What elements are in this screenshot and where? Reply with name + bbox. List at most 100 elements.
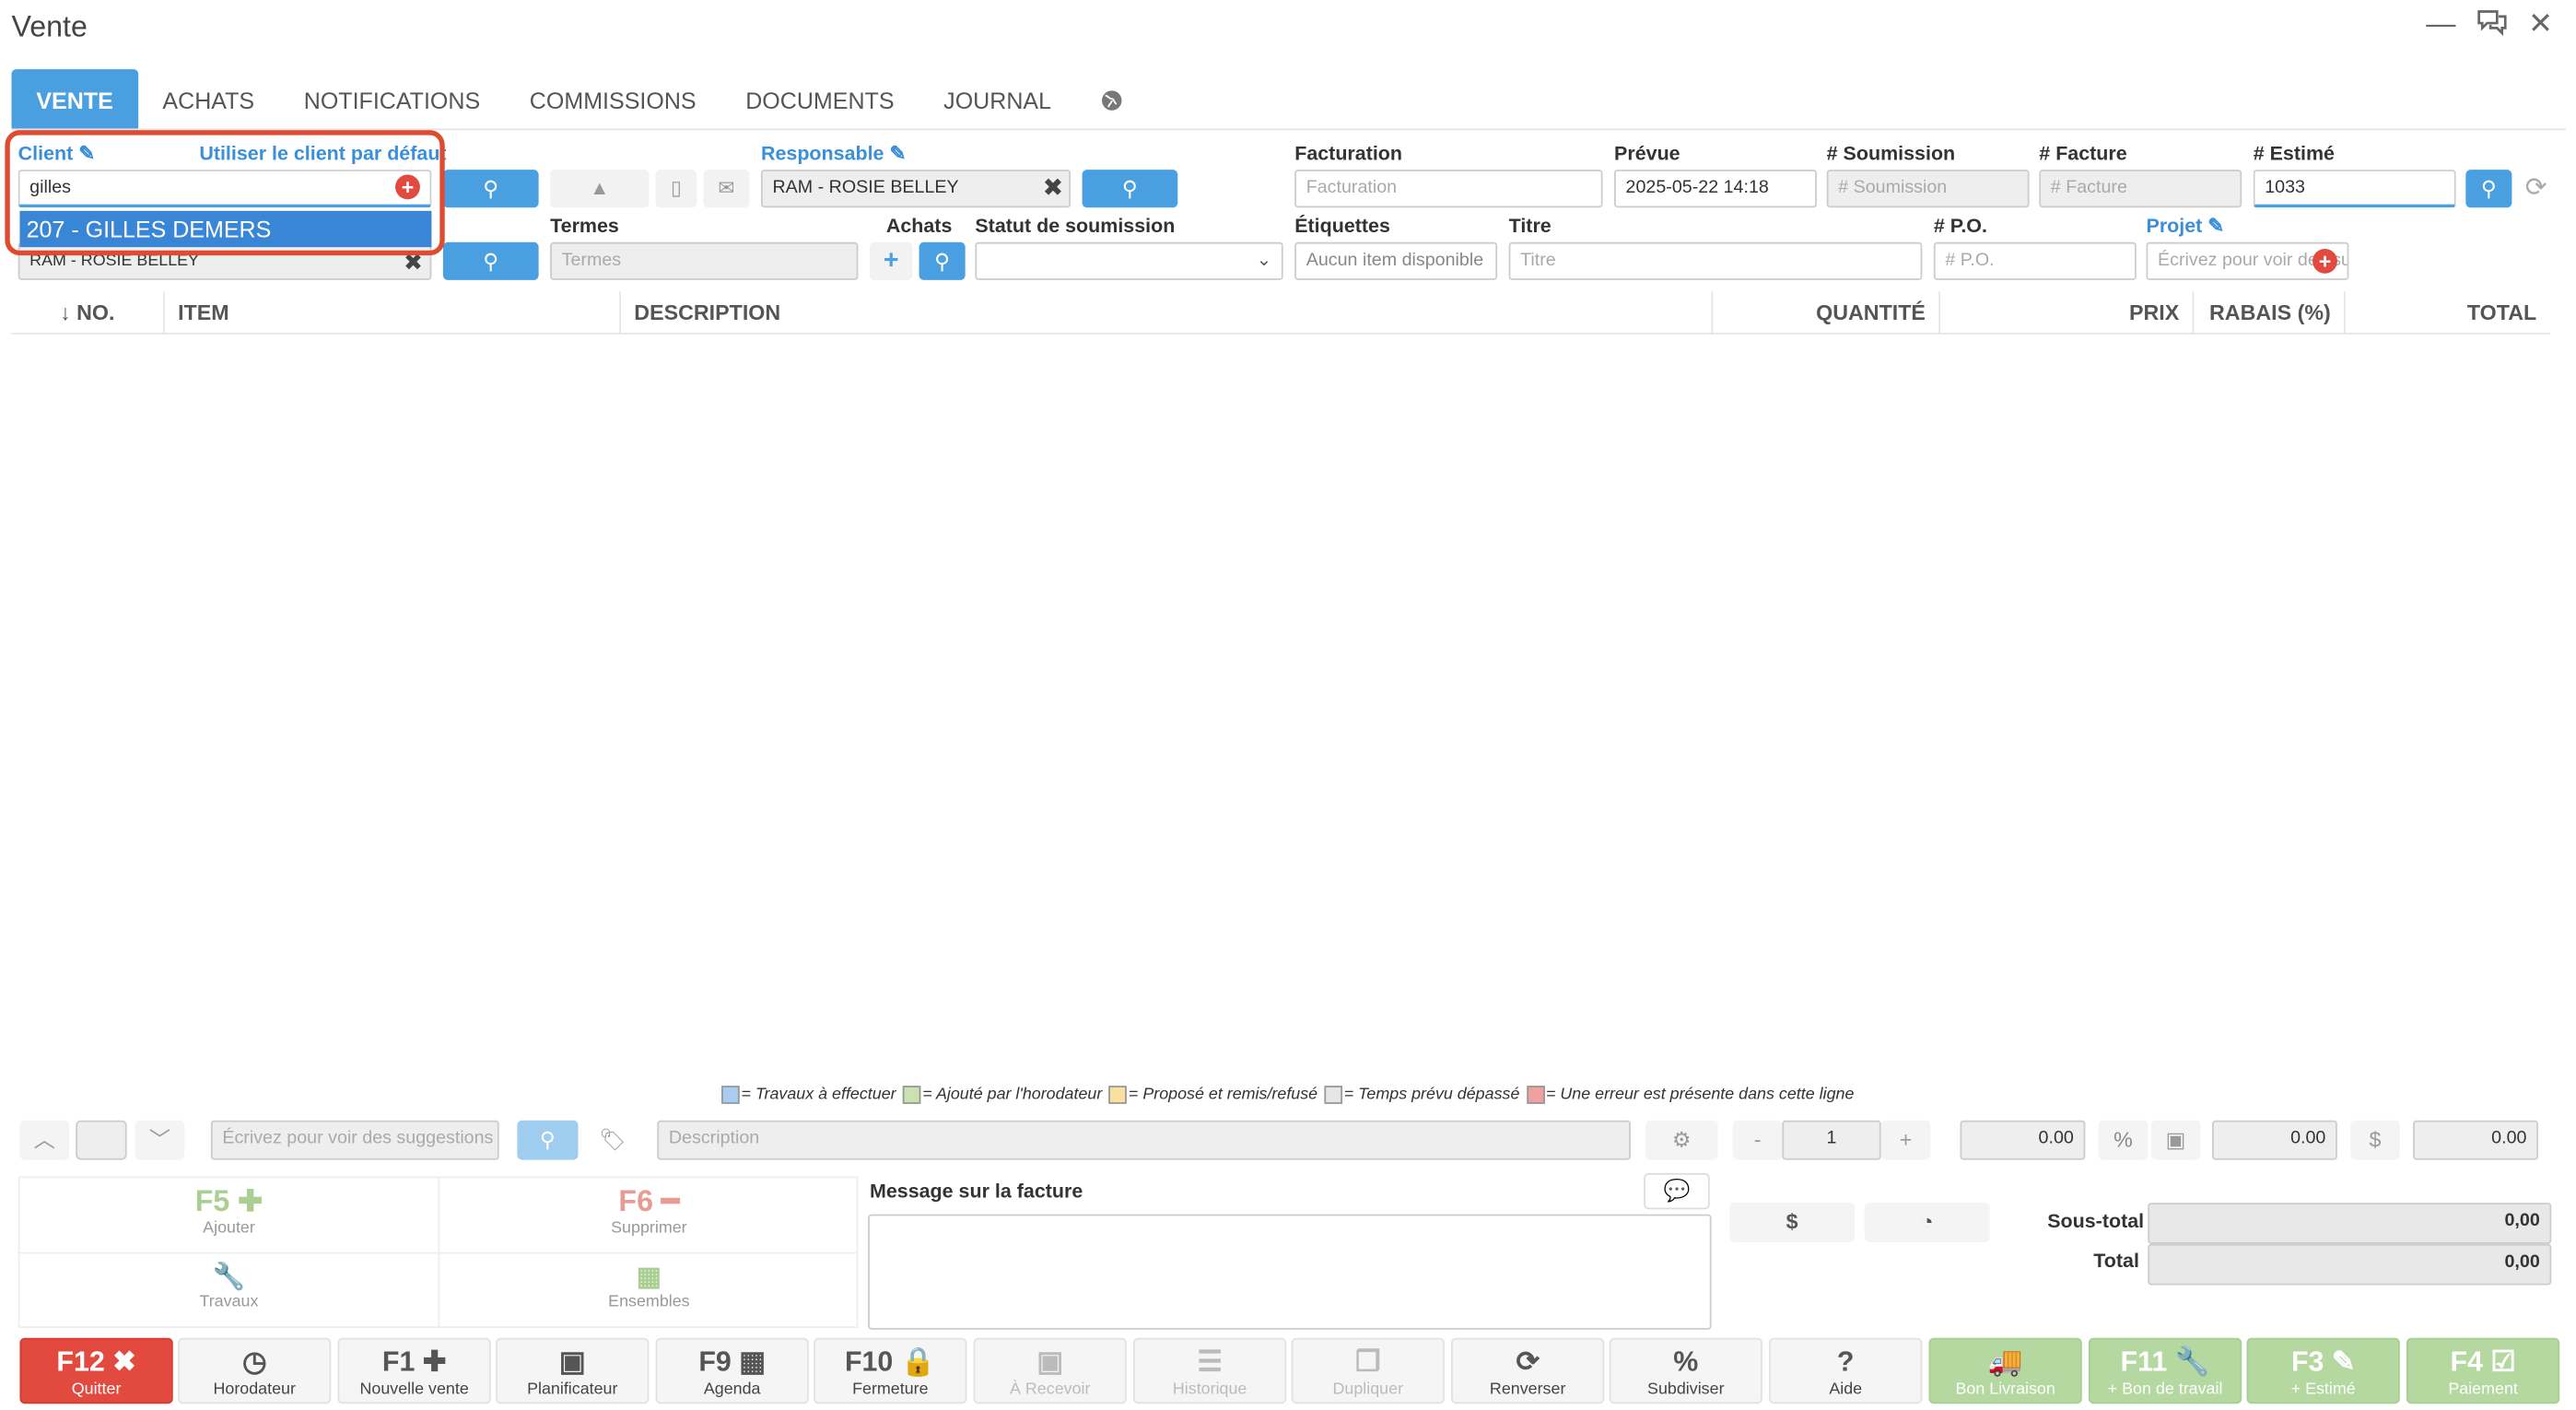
soumission-input[interactable]: # Soumission	[1826, 170, 2030, 208]
chevron-up-icon[interactable]: ︿	[19, 1120, 70, 1160]
col-total[interactable]: TOTAL	[2346, 291, 2550, 334]
facture-input[interactable]: # Facture	[2039, 170, 2242, 208]
tab-commissions[interactable]: COMMISSIONS	[505, 69, 720, 130]
f6-remove-button[interactable]: F6 ━ Supprimer	[439, 1180, 858, 1252]
f9-agenda-button[interactable]: F9 ▦ Agenda	[655, 1337, 809, 1404]
amount-input[interactable]: 0.00	[2413, 1120, 2538, 1160]
renverser-button[interactable]: ⟳ Renverser	[1451, 1337, 1605, 1404]
tab-documents[interactable]: DOCUMENTS	[720, 69, 919, 130]
bon-livraison-button[interactable]: 🚚 Bon Livraison	[1928, 1337, 2082, 1404]
tab-notifications[interactable]: NOTIFICATIONS	[279, 69, 505, 130]
vehicle-icon[interactable]: ▲	[550, 170, 650, 208]
horodateur-button[interactable]: ◷ Horodateur	[178, 1337, 332, 1404]
facturation-input[interactable]: Facturation	[1294, 170, 1603, 208]
item-suggest-input[interactable]: Écrivez pour voir des suggestions	[210, 1120, 499, 1160]
tab-achats[interactable]: ACHATS	[138, 69, 279, 130]
f1-new-sale-button[interactable]: F1 ✚ Nouvelle vente	[337, 1337, 491, 1404]
window-title: Vente	[11, 9, 88, 43]
f12-quit-button[interactable]: F12 ✖ Quitter	[19, 1337, 173, 1404]
discount-input[interactable]: 0.00	[2212, 1120, 2337, 1160]
aide-button[interactable]: ? Aide	[1769, 1337, 1923, 1404]
termes-input[interactable]: Termes	[550, 241, 859, 280]
phone-icon[interactable]: ▯	[655, 170, 697, 208]
mail-icon[interactable]: ✉	[703, 170, 750, 208]
f3-estime-button[interactable]: F3 ✎ + Estimé	[2246, 1337, 2400, 1404]
tab-vente[interactable]: VENTE	[11, 69, 138, 131]
projet-label[interactable]: Projet ✎	[2147, 214, 2225, 237]
statut-label: Statut de soumission	[975, 214, 1176, 238]
col-item[interactable]: ITEM	[165, 291, 622, 335]
description-input[interactable]: Description	[657, 1120, 1631, 1160]
col-quantite[interactable]: QUANTITÉ	[1713, 291, 1941, 335]
responsable-input[interactable]: RAM - ROSIE BELLEY	[760, 170, 1071, 208]
increment-button[interactable]: +	[1880, 1120, 1931, 1160]
message-textarea[interactable]	[868, 1214, 1712, 1330]
search-icon: ⚲	[2480, 176, 2497, 202]
responsable-label[interactable]: Responsable ✎	[761, 142, 907, 165]
ensembles-button[interactable]: ▦ Ensembles	[439, 1255, 858, 1328]
estime-search-button[interactable]: ⚲	[2465, 170, 2512, 208]
facturation-label: Facturation	[1294, 141, 1403, 165]
client-search-button[interactable]: ⚲	[442, 170, 539, 208]
decrement-button[interactable]: -	[1732, 1120, 1783, 1160]
achats-search-button[interactable]: ⚲	[919, 241, 966, 280]
globe-icon[interactable]	[1076, 69, 1149, 130]
legend-item: = Une erreur est présente dans cette lig…	[1526, 1086, 1854, 1104]
dollar-icon[interactable]: $	[1729, 1203, 1856, 1243]
legend-item: = Ajouté par l'horodateur	[902, 1086, 1102, 1104]
client-secondary-search-button[interactable]: ⚲	[442, 241, 539, 280]
termes-label: Termes	[550, 214, 619, 238]
list-icon: ☰	[1197, 1345, 1223, 1378]
f10-fermeture-button[interactable]: F10 🔒 Fermeture	[814, 1337, 967, 1404]
titre-label: Titre	[1508, 214, 1551, 238]
money-icon[interactable]: ▣	[2150, 1120, 2201, 1160]
percent-icon[interactable]: %	[2098, 1120, 2149, 1160]
legend-swatch	[1108, 1086, 1128, 1104]
refresh-icon[interactable]: ⟳	[2525, 171, 2547, 205]
check-icon: ☑	[2490, 1345, 2516, 1378]
col-rabais[interactable]: RABAIS (%)	[2194, 291, 2346, 335]
message-label: Message sur la facture	[869, 1180, 1083, 1204]
travaux-button[interactable]: 🔧 Travaux	[19, 1255, 438, 1328]
planificateur-button[interactable]: ▣ Planificateur	[496, 1337, 650, 1404]
dupliquer-button[interactable]: ❐ Dupliquer	[1291, 1337, 1445, 1404]
statut-select[interactable]: ⌄	[975, 241, 1283, 280]
col-description[interactable]: DESCRIPTION	[621, 291, 1714, 335]
chevron-down-icon[interactable]: ﹀	[135, 1120, 185, 1160]
search-icon: ⚲	[934, 248, 951, 274]
quantity-input[interactable]: 1	[1782, 1120, 1881, 1160]
col-prix[interactable]: PRIX	[1940, 291, 2195, 335]
tag-icon[interactable]: 🏷	[590, 1120, 637, 1160]
tab-journal[interactable]: JOURNAL	[919, 69, 1075, 130]
f4-paiement-button[interactable]: F4 ☑ Paiement	[2406, 1337, 2560, 1404]
responsable-search-button[interactable]: ⚲	[1082, 170, 1178, 208]
legend-item: = Proposé et remis/refusé	[1108, 1086, 1317, 1104]
a-recevoir-button[interactable]: ▣ À Recevoir	[973, 1337, 1127, 1404]
titre-input[interactable]: Titre	[1508, 241, 1923, 280]
pie-chart-icon[interactable]: ◔	[1864, 1203, 1990, 1243]
close-icon[interactable]: ✕	[2528, 6, 2553, 44]
prevue-input[interactable]: 2025-05-22 14:18	[1614, 170, 1817, 208]
minimize-icon[interactable]: —	[2426, 6, 2455, 44]
po-input[interactable]: # P.O.	[1933, 241, 2137, 280]
etiquettes-select[interactable]: Aucun item disponible	[1294, 241, 1498, 280]
f11-bon-travail-button[interactable]: F11 🔧 + Bon de travail	[2088, 1337, 2242, 1404]
subdiviser-button[interactable]: % Subdiviser	[1609, 1337, 1762, 1404]
item-search-button[interactable]: ⚲	[517, 1120, 579, 1160]
f5-add-button[interactable]: F5 ✚ Ajouter	[19, 1180, 438, 1252]
gear-icon[interactable]: ⚙	[1645, 1120, 1718, 1160]
clear-icon[interactable]: ✖	[1043, 173, 1063, 203]
window-controls: — ✕	[2426, 6, 2553, 44]
estime-input[interactable]: 1033	[2253, 170, 2456, 208]
chat-icon[interactable]	[2476, 6, 2509, 44]
historique-button[interactable]: ☰ Historique	[1133, 1337, 1287, 1404]
dollar-icon[interactable]: $	[2350, 1120, 2400, 1160]
add-project-icon[interactable]: +	[2313, 248, 2337, 274]
minus-icon: ━	[661, 1184, 680, 1218]
line-selector[interactable]	[76, 1120, 127, 1160]
add-achat-icon[interactable]: +	[869, 241, 913, 280]
price-input[interactable]: 0.00	[1960, 1120, 2086, 1160]
comment-icon[interactable]: 💬	[1644, 1172, 1710, 1210]
col-no[interactable]: ↓ NO.	[12, 291, 165, 335]
achats-label: Achats	[885, 214, 953, 238]
